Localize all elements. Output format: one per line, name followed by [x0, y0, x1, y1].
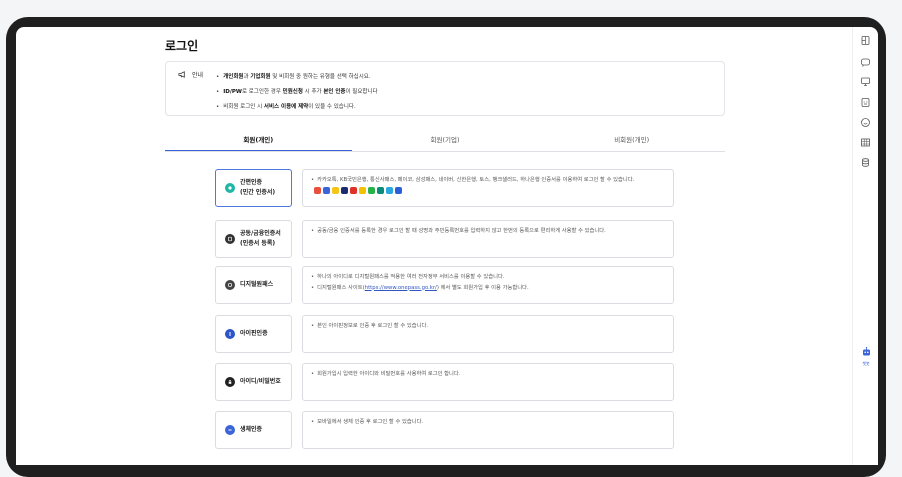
calculator-icon[interactable] — [860, 93, 871, 107]
page-title: 로그인 — [165, 39, 199, 53]
provider-logo-icon — [341, 186, 348, 194]
digital-onepass-icon — [225, 280, 235, 290]
tab-non-member[interactable]: 비회원(개인) — [538, 128, 725, 151]
notice-line-1: 개인회원과 기업회원 및 비회원 중 원하는 유형을 선택 하십시요. — [216, 70, 378, 85]
login-method-row: 생체인증 모바일에서 생체 인증 후 로그인 할 수 있습니다. — [215, 411, 675, 449]
chat-icon[interactable] — [860, 53, 871, 67]
provider-logo-icon — [386, 186, 393, 194]
provider-logo-icon — [314, 186, 321, 194]
id-password-button[interactable]: 아이디/비밀번호 — [215, 363, 292, 401]
ipin-icon — [225, 329, 235, 339]
method-label: 아이핀인증 — [240, 330, 268, 337]
lock-icon — [225, 377, 235, 387]
method-label: 공동/금융인증서 (인증서 등록) — [240, 230, 281, 247]
grid-icon[interactable] — [860, 133, 871, 147]
provider-logo-icon — [332, 186, 339, 194]
provider-logo-icon — [350, 186, 357, 194]
login-method-row: 아이디/비밀번호 회원가입시 입력한 아이디와 비밀번호를 사용하여 로그인 합… — [215, 363, 675, 401]
certificate-icon — [225, 234, 235, 244]
simple-auth-icon — [225, 183, 235, 193]
method-description: 본인 아이핀정보로 인증 후 로그인 할 수 있습니다. — [302, 315, 674, 353]
notice-lines: 개인회원과 기업회원 및 비회원 중 원하는 유형을 선택 하십시요. ID/P… — [216, 70, 378, 115]
simple-auth-button[interactable]: 간편인증 (민간 인증서) — [215, 169, 292, 207]
chatbot-icon — [862, 347, 870, 356]
notice-box: 안내 개인회원과 기업회원 및 비회원 중 원하는 유형을 선택 하십시요. I… — [165, 61, 725, 116]
notice-label: 안내 — [192, 72, 204, 79]
screen: 로그인 안내 개인회원과 기업회원 및 비회원 중 원하는 유형을 선택 하십시… — [16, 27, 878, 465]
smile-icon[interactable] — [860, 113, 871, 127]
provider-logo-icon — [368, 186, 375, 194]
provider-logos — [314, 186, 402, 194]
method-label: 아이디/비밀번호 — [240, 378, 281, 385]
method-description: 공동/금융 인증서를 등록한 경우 로그인 할 때 성명과 주민등록번호를 입력… — [302, 220, 674, 258]
ipin-button[interactable]: 아이핀인증 — [215, 315, 292, 353]
provider-logo-icon — [395, 186, 402, 194]
notice-header: 안내 — [178, 70, 203, 79]
right-quick-menu: 챗봇 — [852, 27, 878, 465]
member-type-tabs: 회원(개인) 회원(기업) 비회원(개인) — [165, 128, 725, 152]
notice-line-3: 비회원 로그인 시 서비스 이용에 제약이 있을 수 있습니다. — [216, 100, 378, 115]
biometric-icon — [225, 425, 235, 435]
database-icon[interactable] — [860, 153, 871, 167]
method-description: 회원가입시 입력한 아이디와 비밀번호를 사용하여 로그인 합니다. — [302, 363, 674, 401]
digital-onepass-button[interactable]: 디지털원패스 — [215, 266, 292, 304]
onepass-site-link[interactable]: https://www.onepass.go.kr/ — [365, 285, 437, 291]
megaphone-icon — [178, 71, 185, 78]
method-description: 하나의 아이디로 디지털원패스를 적용한 여러 전자정부 서비스를 이용할 수 … — [302, 266, 674, 304]
provider-logo-icon — [377, 186, 384, 194]
login-method-row: 간편인증 (민간 인증서) 카카오톡, KB국민은행, 통신사패스, 페이코, … — [215, 169, 675, 207]
notice-line-2: ID/PW로 로그인한 경우 민원신청 시 추가 본인 인증이 필요합니다 — [216, 85, 377, 100]
login-method-row: 공동/금융인증서 (인증서 등록) 공동/금융 인증서를 등록한 경우 로그인 … — [215, 220, 675, 258]
method-description: 카카오톡, KB국민은행, 통신사패스, 페이코, 삼성패스, 네이버, 신한은… — [302, 169, 674, 207]
certificate-button[interactable]: 공동/금융인증서 (인증서 등록) — [215, 220, 292, 258]
document-icon[interactable] — [860, 31, 871, 45]
method-label: 디지털원패스 — [240, 281, 274, 288]
tab-member-personal[interactable]: 회원(개인) — [165, 128, 352, 151]
monitor-icon[interactable] — [860, 72, 871, 86]
login-method-row: 아이핀인증 본인 아이핀정보로 인증 후 로그인 할 수 있습니다. — [215, 315, 675, 353]
chatbot-button[interactable]: 챗봇 — [859, 342, 873, 367]
method-label: 생체인증 — [240, 426, 263, 433]
login-method-row: 디지털원패스 하나의 아이디로 디지털원패스를 적용한 여러 전자정부 서비스를… — [215, 266, 675, 304]
biometric-button[interactable]: 생체인증 — [215, 411, 292, 449]
provider-logo-icon — [323, 186, 330, 194]
method-label: 간편인증 (민간 인증서) — [240, 179, 276, 196]
method-description: 모바일에서 생체 인증 후 로그인 할 수 있습니다. — [302, 411, 674, 449]
chatbot-label: 챗봇 — [862, 361, 870, 366]
provider-logo-icon — [359, 186, 366, 194]
tab-member-corporate[interactable]: 회원(기업) — [352, 128, 539, 151]
